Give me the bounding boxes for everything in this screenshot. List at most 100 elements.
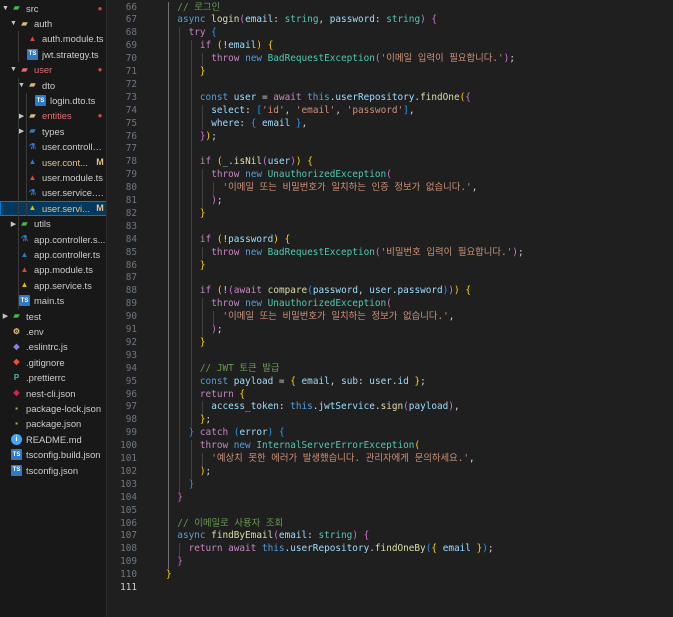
explorer-file[interactable]: ▶TStsconfig.json <box>0 463 106 478</box>
code-line[interactable]: 97 access_token: this.jwtService.sign(pay… <box>107 401 673 414</box>
line-number: 110 <box>120 569 137 581</box>
code-line[interactable]: 100 throw new InternalServerErrorExceptio… <box>107 440 673 453</box>
code-line[interactable]: 99} catch (error) { <box>107 427 673 440</box>
explorer-file[interactable]: ▶⚗user.service.sp... <box>0 185 106 200</box>
code-line[interactable]: 70 throw new BadRequestException('이메일 입력이… <box>107 53 673 66</box>
code-line[interactable]: 81); <box>107 195 673 208</box>
explorer-folder[interactable]: ▼ ▰ dto <box>0 78 106 93</box>
code-line[interactable]: 74 select: ['id', 'email', 'password'], <box>107 105 673 118</box>
explorer-file[interactable]: ▶▲user.module.ts <box>0 170 106 185</box>
code-line[interactable]: 68 try { <box>107 27 673 40</box>
code-line[interactable]: 71} <box>107 66 673 79</box>
code-token: user <box>369 375 392 387</box>
code-line[interactable]: 89 throw new UnauthorizedException( <box>107 298 673 311</box>
chevron-right-icon[interactable]: ▶ <box>9 220 18 228</box>
explorer-file[interactable]: ▶⚗app.controller.s... <box>0 232 106 247</box>
code-line[interactable]: 79 throw new UnauthorizedException( <box>107 169 673 182</box>
code-token: { <box>284 233 291 245</box>
code-line[interactable]: 83 <box>107 221 673 234</box>
code-line[interactable]: 90 '이메일 또는 비밀번호가 일치하는 정보가 없습니다.', <box>107 311 673 324</box>
code-line[interactable]: 86} <box>107 260 673 273</box>
code-line[interactable]: 106 // 이메일로 사용자 조회 <box>107 518 673 531</box>
explorer-folder[interactable]: ▼ ▰ src ● <box>0 1 106 16</box>
explorer-file[interactable]: ▶▲auth.module.ts <box>0 31 106 46</box>
code-line[interactable]: 92} <box>107 337 673 350</box>
code-token: '이메일 또는 비밀번호가 일치하는 정보가 없습니다.' <box>222 311 449 323</box>
code-editor[interactable]: 66// 로그인 67 async login(email: string, pas… <box>107 0 673 617</box>
chevron-right-icon[interactable]: ▶ <box>1 312 10 320</box>
explorer-file[interactable]: ▶▪package-lock.json <box>0 401 106 416</box>
code-line[interactable]: 98}; <box>107 414 673 427</box>
chevron-down-icon[interactable]: ▼ <box>9 20 18 27</box>
code-line[interactable]: 66 // 로그인 <box>107 2 673 15</box>
explorer-file[interactable]: ▶▲user.cont...M <box>0 155 106 170</box>
explorer-file[interactable]: ▶▲app.service.ts <box>0 278 106 293</box>
code-line[interactable]: 102); <box>107 466 673 479</box>
code-line[interactable]: 108 return await this.userRepository.find… <box>107 543 673 556</box>
code-line[interactable]: 93 <box>107 350 673 363</box>
code-line[interactable]: 73 const user = await this.userRepository… <box>107 92 673 105</box>
explorer-file[interactable]: ▶⚙.env <box>0 324 106 339</box>
code-token: '예상치 못한 에러가 발생했습니다. 관리자에게 문의하세요.' <box>211 453 469 464</box>
git-status-badge: M <box>96 203 104 214</box>
code-line[interactable]: 111 <box>107 582 673 595</box>
code-line[interactable]: 88 if (!(await compare(password, user.pas… <box>107 285 673 298</box>
code-token: BadRequestException <box>267 53 375 65</box>
explorer-file[interactable]: ▶◆.eslintrc.js <box>0 339 106 354</box>
explorer-file[interactable]: ▶TSjwt.strategy.ts <box>0 47 106 62</box>
code-line[interactable]: 80 '이메일 또는 비밀번호가 일치하는 인증 정보가 없습니다.', <box>107 182 673 195</box>
explorer-item-label: types <box>42 125 65 137</box>
explorer-folder[interactable]: ▼ ▰ user ● <box>0 62 106 77</box>
explorer-folder[interactable]: ▶ ▰ types <box>0 124 106 139</box>
code-line[interactable]: 72 <box>107 79 673 92</box>
line-number: 93 <box>125 349 137 361</box>
code-line[interactable]: 101 '예상치 못한 에러가 발생했습니다. 관리자에게 문의하세요.', <box>107 453 673 466</box>
code-line[interactable]: 103} <box>107 479 673 492</box>
code-line[interactable]: 109} <box>107 556 673 569</box>
explorer-folder[interactable]: ▼ ▰ auth <box>0 16 106 31</box>
code-line[interactable]: 94 // JWT 토큰 발급 <box>107 363 673 376</box>
code-line[interactable]: 105 <box>107 505 673 518</box>
explorer-file[interactable]: ▶▪package.json <box>0 416 106 431</box>
code-line[interactable]: 96 return { <box>107 389 673 402</box>
code-line[interactable]: 77 <box>107 143 673 156</box>
code-line[interactable]: 75 where: { email }, <box>107 118 673 131</box>
code-token: if <box>199 40 217 52</box>
explorer-file[interactable]: ▶▲app.controller.ts <box>0 247 106 262</box>
code-line[interactable]: 69 if (!email) { <box>107 40 673 53</box>
code-line[interactable]: 84 if (!password) { <box>107 234 673 247</box>
explorer-file[interactable]: ▶TSlogin.dto.ts <box>0 93 106 108</box>
indent-guide <box>201 453 203 466</box>
code-line[interactable]: 82} <box>107 208 673 221</box>
code-line[interactable]: 87 <box>107 272 673 285</box>
code-token: async <box>177 14 212 26</box>
code-token: findOne <box>420 91 460 103</box>
code-line[interactable]: 110} <box>107 569 673 582</box>
explorer-folder[interactable]: ▶ ▰ entities ● <box>0 108 106 123</box>
explorer-folder[interactable]: ▶ ▰ test <box>0 309 106 324</box>
line-number: 82 <box>125 207 137 219</box>
explorer-file[interactable]: ▶P.prettierrc <box>0 370 106 385</box>
explorer-file[interactable]: ▶◈nest-cli.json <box>0 386 106 401</box>
explorer-file[interactable]: ▶TStsconfig.build.json <box>0 447 106 462</box>
code-line[interactable]: 107 async findByEmail(email: string) { <box>107 530 673 543</box>
code-line[interactable]: 104} <box>107 492 673 505</box>
chevron-down-icon[interactable]: ▼ <box>1 5 10 12</box>
code-line[interactable]: 76}); <box>107 131 673 144</box>
explorer-file[interactable]: ▶▲user.servi...M <box>0 200 106 217</box>
code-line[interactable]: 85 throw new BadRequestException('비밀번호 입력… <box>107 247 673 260</box>
explorer-folder[interactable]: ▶ ▰ utils <box>0 216 106 231</box>
explorer-file[interactable]: ▶▲app.module.ts <box>0 262 106 277</box>
explorer-file[interactable]: ▶iREADME.md <box>0 432 106 447</box>
test-folder-icon: ▰ <box>13 311 20 321</box>
code-line[interactable]: 95 const payload = { email, sub: user.id … <box>107 376 673 389</box>
chevron-down-icon[interactable]: ▼ <box>9 66 18 73</box>
explorer-file[interactable]: ▶◆.gitignore <box>0 355 106 370</box>
code-line[interactable]: 67 async login(email: string, password: s… <box>107 14 673 27</box>
code-line[interactable]: 91); <box>107 324 673 337</box>
prettier-icon: P <box>13 372 20 382</box>
explorer-file[interactable]: ▶TSmain.ts <box>0 293 106 308</box>
explorer-file[interactable]: ▶⚗user.controller.... <box>0 139 106 154</box>
code-line[interactable]: 78 if (_.isNil(user)) { <box>107 156 673 169</box>
code-token: email <box>245 14 274 26</box>
